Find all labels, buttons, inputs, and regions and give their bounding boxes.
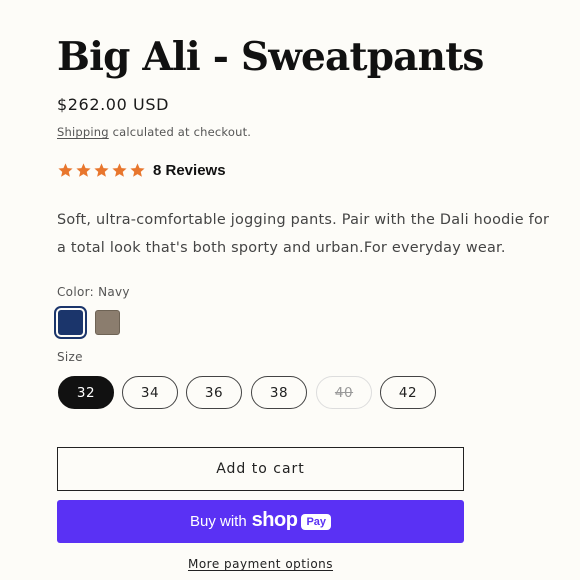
star-rating [57,162,146,179]
color-swatch-navy[interactable] [54,306,87,339]
star-icon [57,162,74,179]
size-option-32[interactable]: 32 [58,376,114,409]
star-icon [111,162,128,179]
reviews-summary[interactable]: 8 Reviews [57,158,226,182]
shipping-link[interactable]: Shipping [57,125,109,139]
color-label: Color: Navy [57,285,130,299]
star-icon [129,162,146,179]
size-option-42[interactable]: 42 [380,376,436,409]
shipping-suffix: calculated at checkout. [108,125,252,139]
size-option-34[interactable]: 34 [122,376,178,409]
buy-with-label: Buy with [189,513,247,530]
color-swatch-taupe[interactable] [95,310,120,335]
product-title: Big Ali - Sweatpants [57,34,484,80]
star-icon [93,162,110,179]
size-option-38[interactable]: 38 [251,376,307,409]
add-to-cart-button[interactable]: Add to cart [57,447,464,491]
product-price: $262.00 USD [57,95,170,114]
size-label: Size [57,350,83,364]
size-option-40[interactable]: 40 [316,376,372,409]
star-icon [75,162,92,179]
size-option-36[interactable]: 36 [186,376,242,409]
more-payment-options-link[interactable]: More payment options [57,557,464,571]
shipping-note: Shipping calculated at checkout. [57,125,251,139]
review-count[interactable]: 8 Reviews [153,162,226,179]
pay-badge: Pay [301,513,332,530]
shop-pay-button[interactable]: Buy with shop Pay [57,500,464,543]
shop-logo-text: shop [251,509,298,531]
product-description: Soft, ultra-comfortable jogging pants. P… [57,212,550,256]
